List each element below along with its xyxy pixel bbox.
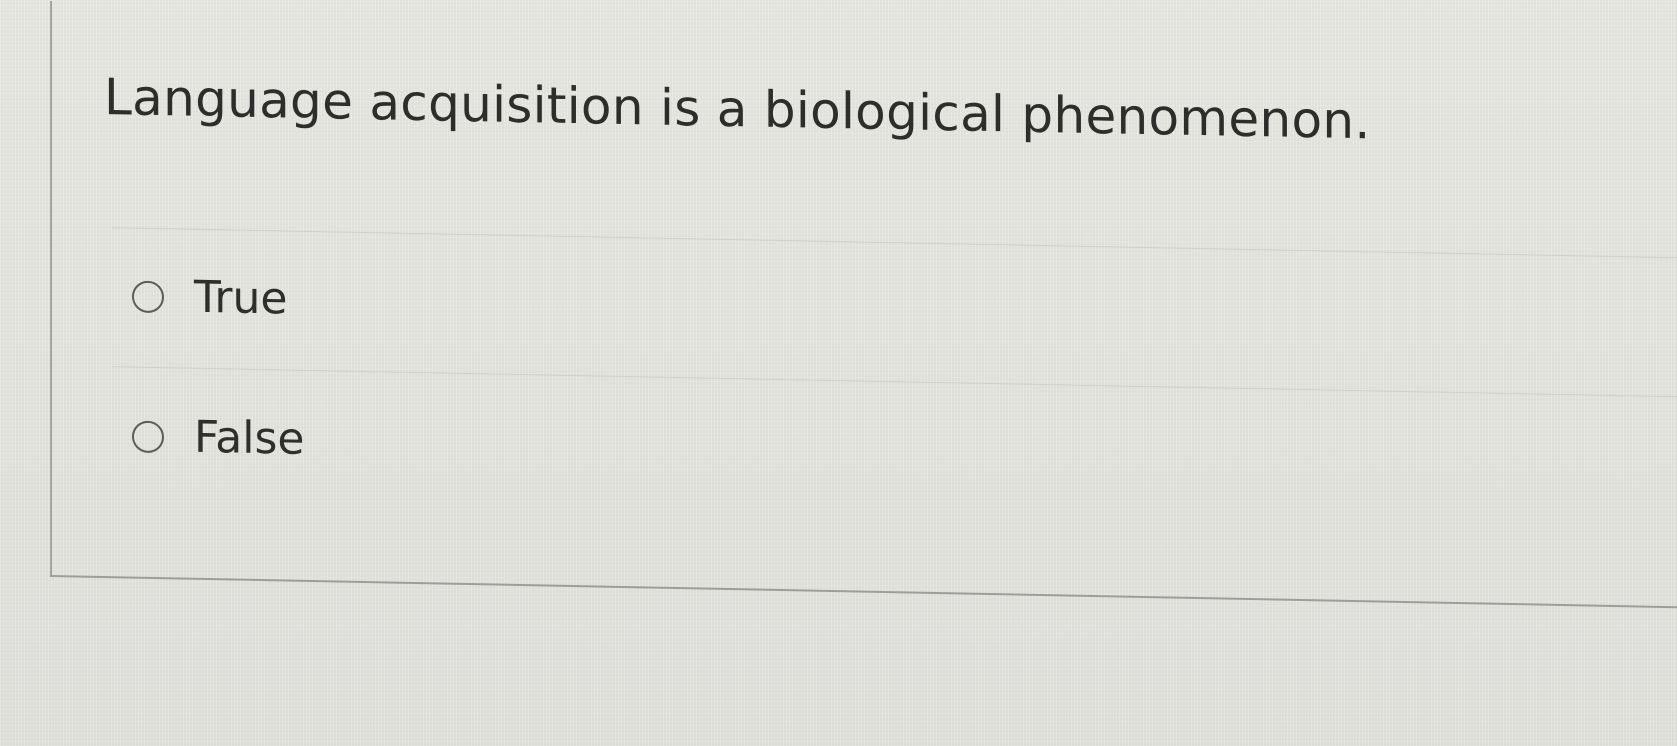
answer-label-false: False xyxy=(194,411,305,465)
answer-divider xyxy=(112,366,1677,398)
question-card: Language acquisition is a biological phe… xyxy=(0,0,1677,632)
card-bottom-border xyxy=(50,574,1677,609)
answer-option-false[interactable]: False xyxy=(132,411,304,465)
answer-divider xyxy=(112,227,1677,259)
answer-label-true: True xyxy=(194,271,288,325)
radio-button-false[interactable] xyxy=(132,420,164,453)
card-left-border xyxy=(50,0,52,577)
radio-button-true[interactable] xyxy=(132,280,164,313)
answer-option-true[interactable]: True xyxy=(132,271,287,325)
question-text: Language acquisition is a biological phe… xyxy=(104,67,1371,151)
